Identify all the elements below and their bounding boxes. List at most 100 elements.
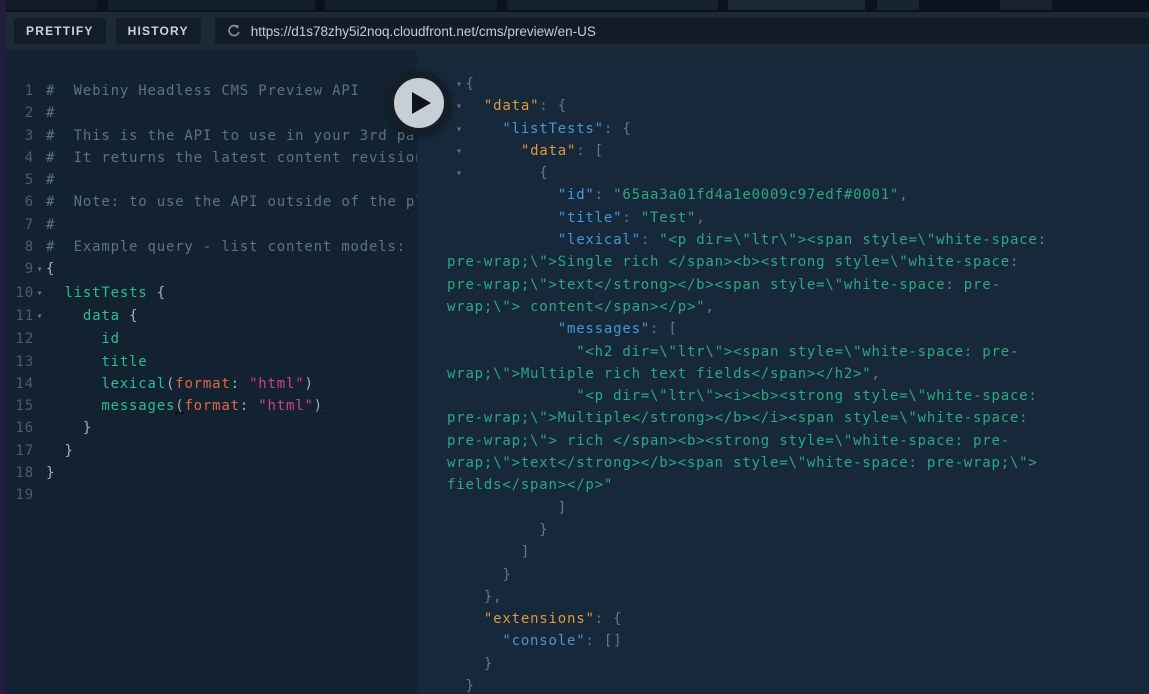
query-line: 15 messages(format: "html")_ [6, 395, 417, 417]
fold-gutter [34, 125, 46, 147]
line-number: 18 [6, 462, 34, 484]
code-token: , [705, 299, 714, 315]
fold-arrow-icon[interactable]: ▾ [456, 96, 466, 118]
code-token: : [231, 376, 249, 392]
code-token: # This is the API to use in your 3rd pa [46, 128, 415, 144]
query-line-code: } [46, 462, 55, 484]
browser-tab[interactable] [877, 0, 919, 10]
fold-arrow-icon[interactable]: ▾ [456, 141, 466, 163]
query-line: 10▾ listTests { [6, 282, 417, 305]
code-token [447, 611, 484, 627]
browser-tab[interactable] [108, 0, 315, 10]
line-number: 3 [6, 125, 34, 147]
browser-tab[interactable] [507, 0, 718, 10]
query-line: 18} [6, 462, 417, 484]
code-token: "console" [502, 633, 585, 649]
browser-tab[interactable] [1000, 0, 1052, 10]
fold-arrow-icon[interactable]: ▾ [34, 258, 46, 281]
fold-gutter [34, 373, 46, 395]
code-token [447, 388, 576, 404]
code-token [46, 398, 101, 414]
line-number: 19 [6, 484, 34, 506]
code-token: , [872, 366, 881, 382]
endpoint-url-bar[interactable] [215, 18, 1149, 44]
code-token: , [696, 210, 705, 226]
code-token: { [148, 285, 166, 301]
code-token: "Test" [641, 210, 696, 226]
query-line-code: title [46, 351, 148, 373]
response-line: "lexical": "<p dir=\"ltr\"><span style=\… [447, 229, 1059, 318]
code-token: lexical [101, 376, 166, 392]
code-token: ( [166, 376, 175, 392]
code-token: } [46, 465, 55, 481]
query-line: 9▾{ [6, 258, 417, 281]
code-token: ] [447, 544, 530, 560]
code-token: id [101, 331, 119, 347]
response-line: ▾ "data": { [447, 95, 1059, 117]
execute-query-button[interactable] [387, 71, 451, 135]
query-line-code: # [46, 102, 55, 124]
endpoint-url-input[interactable] [251, 24, 1138, 39]
browser-tab[interactable] [728, 0, 865, 10]
line-number: 12 [6, 328, 34, 350]
code-token: title [101, 354, 147, 370]
response-line: "extensions": { [447, 608, 1059, 630]
query-line: 4# It returns the latest content revisio… [6, 147, 417, 169]
code-token: # Webiny Headless CMS Preview API [46, 83, 360, 99]
code-token: { [46, 261, 55, 277]
response-viewer: ▾ {▾ "data": {▾ "listTests": {▾ "data": … [417, 50, 1149, 694]
fold-arrow-icon[interactable]: ▾ [34, 282, 46, 305]
prettify-button[interactable]: PRETTIFY [14, 18, 106, 44]
response-line: } [447, 564, 1059, 586]
query-line: 5# [6, 169, 417, 191]
line-number: 8 [6, 236, 34, 258]
code-token: ) [304, 376, 313, 392]
browser-tab[interactable] [3, 0, 98, 10]
fold-arrow-icon[interactable]: ▾ [456, 163, 466, 185]
response-line: "title": "Test", [447, 207, 1059, 229]
browser-tab[interactable] [325, 0, 497, 10]
query-line-code: } [46, 417, 92, 439]
query-line-code: id [46, 328, 120, 350]
query-line-code: { [46, 258, 55, 281]
playground-toolbar: PRETTIFY HISTORY [0, 12, 1149, 50]
code-token [447, 633, 502, 649]
fold-gutter [34, 351, 46, 373]
code-token [46, 308, 83, 324]
query-line-code: # This is the API to use in your 3rd pa [46, 125, 415, 147]
code-token: } [447, 522, 549, 538]
history-button[interactable]: HISTORY [116, 18, 201, 44]
query-editor[interactable]: 1# Webiny Headless CMS Preview API2#3# T… [6, 50, 417, 694]
code-token: : [] [585, 633, 622, 649]
fold-gutter [34, 484, 46, 506]
fold-arrow-icon[interactable]: ▾ [456, 119, 466, 141]
fold-arrow-icon[interactable]: ▾ [456, 74, 466, 96]
code-token: , [899, 187, 908, 203]
code-token: # Example query - list content models: [46, 239, 406, 255]
code-token: : [ [650, 321, 678, 337]
line-number: 13 [6, 351, 34, 373]
line-number: 7 [6, 214, 34, 236]
fold-gutter [34, 80, 46, 102]
response-line: ▾ "data": [ [447, 140, 1059, 162]
code-token: "65aa3a01fd4a1e0009c97edf#0001" [613, 187, 899, 203]
fold-arrow-icon[interactable]: ▾ [34, 305, 46, 328]
response-line: "<h2 dir=\"ltr\"><span style=\"white-spa… [447, 341, 1059, 386]
code-token: messages [101, 398, 175, 414]
query-line: 14 lexical(format: "html") [6, 373, 417, 395]
code-token: "extensions" [484, 611, 595, 627]
line-number: 17 [6, 440, 34, 462]
line-number: 5 [6, 169, 34, 191]
query-line: 12 id [6, 328, 417, 350]
response-line: "messages": [ [447, 318, 1059, 340]
query-line: 6# Note: to use the API outside of the p… [6, 191, 417, 213]
code-token: "html" [249, 376, 304, 392]
window-edge-strip [0, 0, 6, 694]
fold-gutter [34, 462, 46, 484]
query-line: 16 } [6, 417, 417, 439]
fold-gutter [34, 169, 46, 191]
code-token: # It returns the latest content revision [46, 150, 417, 166]
code-token: { [120, 308, 138, 324]
code-token: : { [539, 98, 567, 114]
code-token: : { [595, 611, 623, 627]
